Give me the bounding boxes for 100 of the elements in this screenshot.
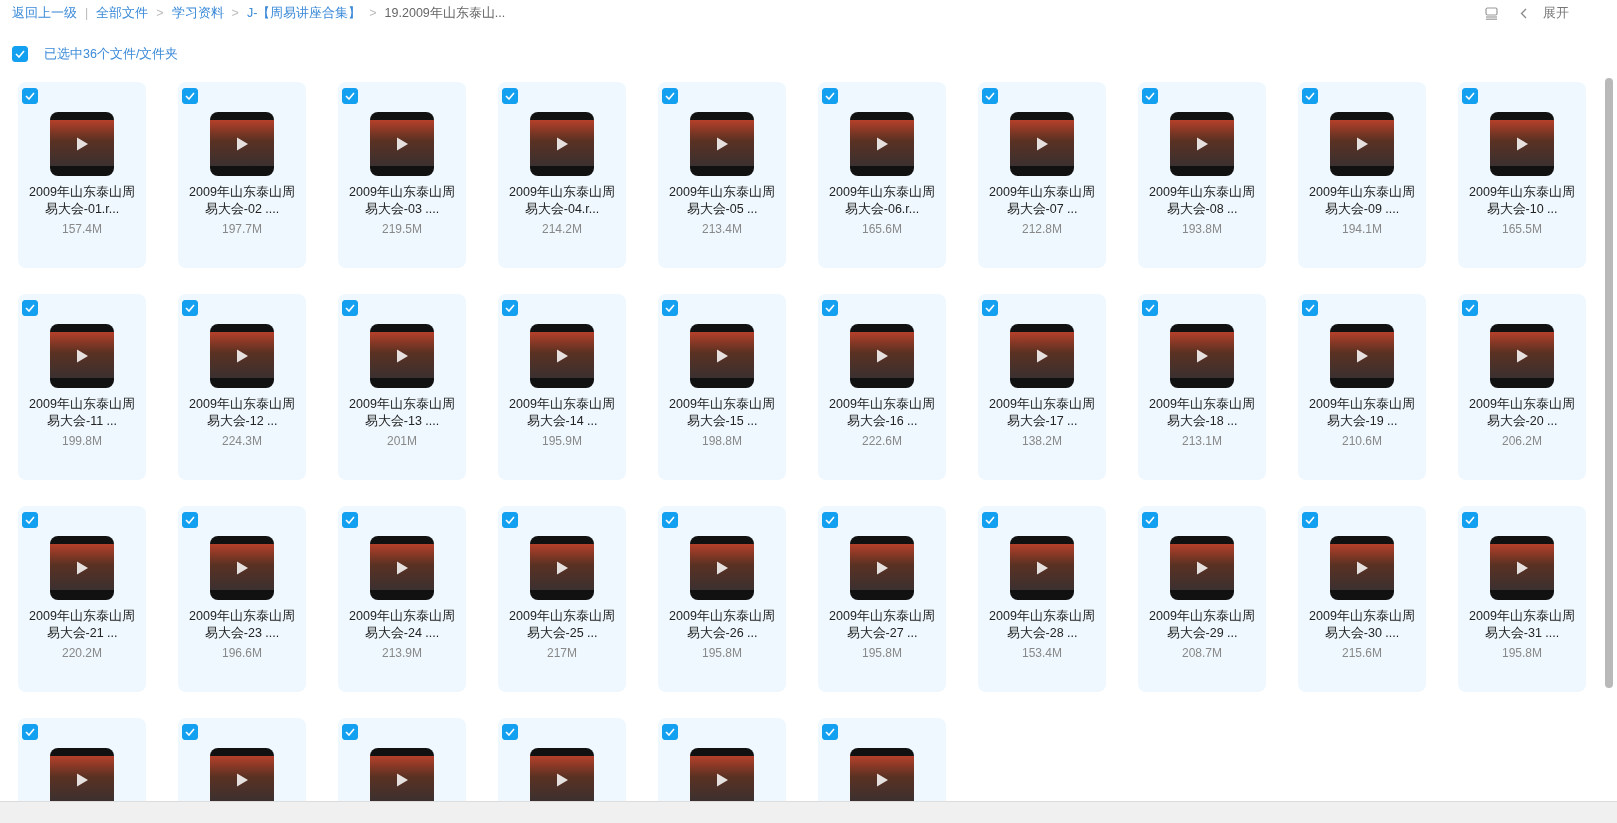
- file-card[interactable]: 2009年山东泰山周易大会-29 ... 208.7M: [1138, 506, 1266, 692]
- file-card[interactable]: 2009年山东泰山周易大会-05 ... 213.4M: [658, 82, 786, 268]
- file-card[interactable]: 2009年山东泰山周易大会-04.r... 214.2M: [498, 82, 626, 268]
- checkbox[interactable]: [662, 300, 678, 316]
- check-icon: [185, 304, 195, 312]
- check-icon: [505, 516, 515, 524]
- file-card[interactable]: 2009年山东泰山周易大会-14 ... 195.9M: [498, 294, 626, 480]
- checkbox[interactable]: [1142, 512, 1158, 528]
- file-card[interactable]: 2009年山东泰山周易大会-08 ... 193.8M: [1138, 82, 1266, 268]
- checkbox[interactable]: [342, 300, 358, 316]
- checkbox[interactable]: [662, 724, 678, 740]
- file-size: 153.4M: [1022, 645, 1062, 662]
- checkbox[interactable]: [982, 88, 998, 104]
- checkbox[interactable]: [182, 512, 198, 528]
- file-name: 2009年山东泰山周易大会-02 ....: [188, 184, 296, 218]
- checkbox[interactable]: [502, 724, 518, 740]
- file-size: 165.5M: [1502, 221, 1542, 238]
- scrollbar[interactable]: [1605, 78, 1613, 688]
- file-card[interactable]: 2009年山东泰山周易大会-23 .... 196.6M: [178, 506, 306, 692]
- checkbox[interactable]: [502, 88, 518, 104]
- file-card[interactable]: 2009年山东泰山周易大会-02 .... 197.7M: [178, 82, 306, 268]
- checkbox[interactable]: [1142, 88, 1158, 104]
- file-card[interactable]: 2009年山东泰山周易大会-16 ... 222.6M: [818, 294, 946, 480]
- file-name: 2009年山东泰山周易大会-21 ...: [28, 608, 136, 642]
- file-card[interactable]: 2009年山东泰山周易大会-30 .... 215.6M: [1298, 506, 1426, 692]
- checkbox[interactable]: [822, 300, 838, 316]
- checkbox[interactable]: [822, 512, 838, 528]
- play-icon: [1034, 348, 1050, 364]
- file-card[interactable]: 2009年山东泰山周易大会-24 .... 213.9M: [338, 506, 466, 692]
- checkbox[interactable]: [982, 300, 998, 316]
- play-icon: [1034, 560, 1050, 576]
- play-icon: [1514, 560, 1530, 576]
- breadcrumb-link[interactable]: 学习资料: [171, 3, 224, 23]
- checkbox[interactable]: [1462, 300, 1478, 316]
- file-name: 2009年山东泰山周易大会-08 ...: [1148, 184, 1256, 218]
- file-card[interactable]: 2009年山东泰山周易大会-21 ... 220.2M: [18, 506, 146, 692]
- checkbox[interactable]: [1462, 88, 1478, 104]
- file-card[interactable]: 2009年山东泰山周易大会-18 ... 213.1M: [1138, 294, 1266, 480]
- list-view-icon[interactable]: [1485, 6, 1498, 20]
- checkbox[interactable]: [662, 88, 678, 104]
- checkbox[interactable]: [22, 724, 38, 740]
- chevron-left-icon[interactable]: [1520, 7, 1527, 19]
- checkbox[interactable]: [22, 512, 38, 528]
- file-card[interactable]: 2009年山东泰山周易大会-06.r... 165.6M: [818, 82, 946, 268]
- file-size: 213.1M: [1182, 433, 1222, 450]
- file-card[interactable]: 2009年山东泰山周易大会-19 ... 210.6M: [1298, 294, 1426, 480]
- checkbox[interactable]: [182, 88, 198, 104]
- play-icon: [554, 136, 570, 152]
- file-card[interactable]: 2009年山东泰山周易大会-03 .... 219.5M: [338, 82, 466, 268]
- file-card[interactable]: 2009年山东泰山周易大会-09 .... 194.1M: [1298, 82, 1426, 268]
- checkbox[interactable]: [182, 724, 198, 740]
- checkbox[interactable]: [1462, 512, 1478, 528]
- file-card[interactable]: 2009年山东泰山周易大会-17 ... 138.2M: [978, 294, 1106, 480]
- file-card[interactable]: 2009年山东泰山周易大会-01.r... 157.4M: [18, 82, 146, 268]
- breadcrumb-link[interactable]: 全部文件: [96, 3, 149, 23]
- checkbox[interactable]: [822, 88, 838, 104]
- checkbox[interactable]: [22, 88, 38, 104]
- file-card[interactable]: 2009年山东泰山周易大会-26 ... 195.8M: [658, 506, 786, 692]
- checkbox[interactable]: [342, 724, 358, 740]
- checkbox[interactable]: [502, 300, 518, 316]
- checkbox[interactable]: [982, 512, 998, 528]
- check-icon: [505, 92, 515, 100]
- file-card[interactable]: 2009年山东泰山周易大会-31 .... 195.8M: [1458, 506, 1586, 692]
- checkbox[interactable]: [182, 300, 198, 316]
- file-card[interactable]: 2009年山东泰山周易大会-20 ... 206.2M: [1458, 294, 1586, 480]
- file-card[interactable]: 2009年山东泰山周易大会-07 ... 212.8M: [978, 82, 1106, 268]
- file-card[interactable]: 2009年山东泰山周易大会-25 ... 217M: [498, 506, 626, 692]
- file-card[interactable]: 2009年山东泰山周易大会-15 ... 198.8M: [658, 294, 786, 480]
- file-card[interactable]: 2009年山东泰山周易大会-27 ... 195.8M: [818, 506, 946, 692]
- checkbox[interactable]: [822, 724, 838, 740]
- checkbox[interactable]: [1302, 300, 1318, 316]
- file-card[interactable]: 2009年山东泰山周易大会-28 ... 153.4M: [978, 506, 1106, 692]
- breadcrumb-link[interactable]: J-【周易讲座合集】: [246, 3, 362, 23]
- file-card[interactable]: 2009年山东泰山周易大会-12 ... 224.3M: [178, 294, 306, 480]
- back-link[interactable]: 返回上一级: [12, 3, 77, 23]
- checkbox[interactable]: [342, 88, 358, 104]
- file-name: 2009年山东泰山周易大会-03 ....: [348, 184, 456, 218]
- checkbox[interactable]: [342, 512, 358, 528]
- play-icon: [1194, 348, 1210, 364]
- checkbox[interactable]: [662, 512, 678, 528]
- play-icon: [714, 772, 730, 788]
- file-card[interactable]: 2009年山东泰山周易大会-11 ... 199.8M: [18, 294, 146, 480]
- file-size: 165.6M: [862, 221, 902, 238]
- checkbox[interactable]: [1302, 512, 1318, 528]
- file-size: 224.3M: [222, 433, 262, 450]
- file-name: 2009年山东泰山周易大会-04.r...: [508, 184, 616, 218]
- checkbox[interactable]: [502, 512, 518, 528]
- expand-link[interactable]: 展开: [1543, 3, 1569, 23]
- checkbox[interactable]: [12, 46, 28, 62]
- file-card[interactable]: 2009年山东泰山周易大会-13 .... 201M: [338, 294, 466, 480]
- file-card[interactable]: 2009年山东泰山周易大会-10 ... 165.5M: [1458, 82, 1586, 268]
- play-icon: [1514, 136, 1530, 152]
- file-name: 2009年山东泰山周易大会-16 ...: [828, 396, 936, 430]
- file-name: 2009年山东泰山周易大会-25 ...: [508, 608, 616, 642]
- checkbox[interactable]: [1142, 300, 1158, 316]
- file-name: 2009年山东泰山周易大会-09 ....: [1308, 184, 1416, 218]
- check-icon: [25, 728, 35, 736]
- checkbox[interactable]: [22, 300, 38, 316]
- checkbox[interactable]: [1302, 88, 1318, 104]
- file-name: 2009年山东泰山周易大会-11 ...: [28, 396, 136, 430]
